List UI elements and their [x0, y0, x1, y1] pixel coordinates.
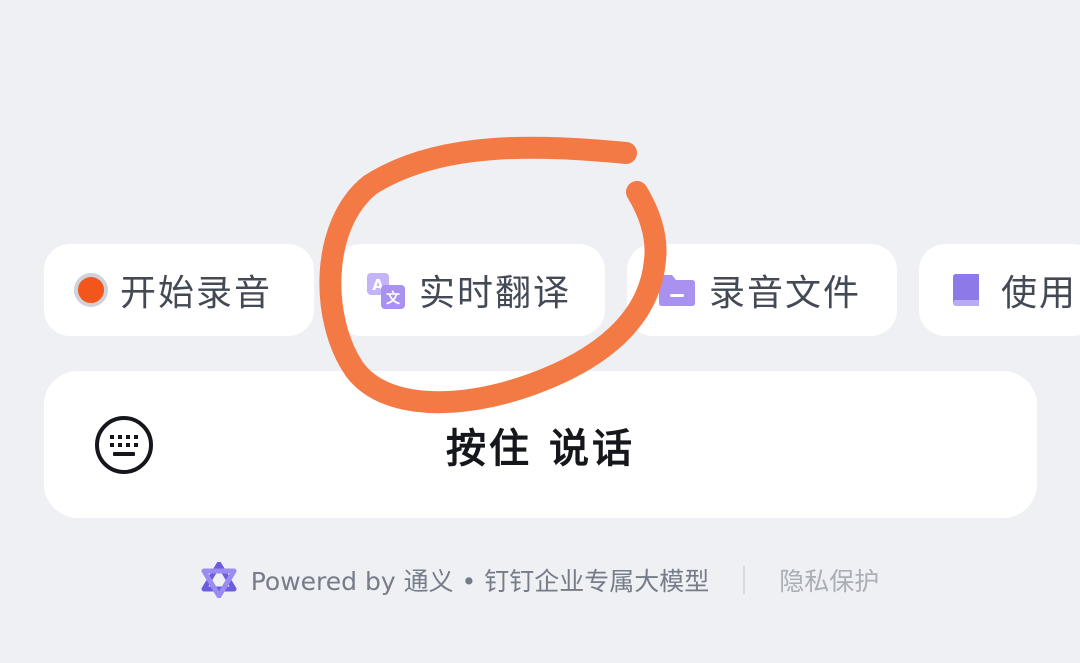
privacy-link[interactable]: 隐私保护	[779, 562, 879, 598]
hold-to-talk-label: 按住 说话	[446, 426, 635, 472]
chip-label: 录音文件	[709, 273, 862, 314]
footer: Powered by 通义 • 钉钉企业专属大模型 隐私保护	[0, 558, 1080, 602]
powered-by-text: Powered by 通义 • 钉钉企业专属大模型	[250, 567, 710, 596]
hold-to-talk-bar[interactable]: 按住 说话	[44, 371, 1037, 518]
tongyi-logo-icon	[201, 561, 237, 599]
chip-label: 开始录音	[120, 273, 273, 314]
start-recording-chip[interactable]: 开始录音	[44, 244, 314, 336]
record-dot-icon	[74, 273, 108, 307]
book-icon	[949, 272, 983, 308]
recording-files-chip[interactable]: 录音文件	[627, 244, 897, 336]
footer-divider	[743, 566, 746, 594]
chip-label: 使用	[1001, 273, 1078, 314]
folder-icon	[657, 272, 697, 308]
translate-icon: A 文	[365, 269, 407, 311]
usage-chip[interactable]: 使用	[919, 244, 1080, 336]
quick-actions: 开始录音 A 文 实时翻译 录音文件 使用	[0, 244, 1080, 336]
chip-label: 实时翻译	[419, 273, 572, 314]
live-translate-chip[interactable]: A 文 实时翻译	[335, 244, 605, 336]
svg-text:文: 文	[386, 290, 401, 307]
